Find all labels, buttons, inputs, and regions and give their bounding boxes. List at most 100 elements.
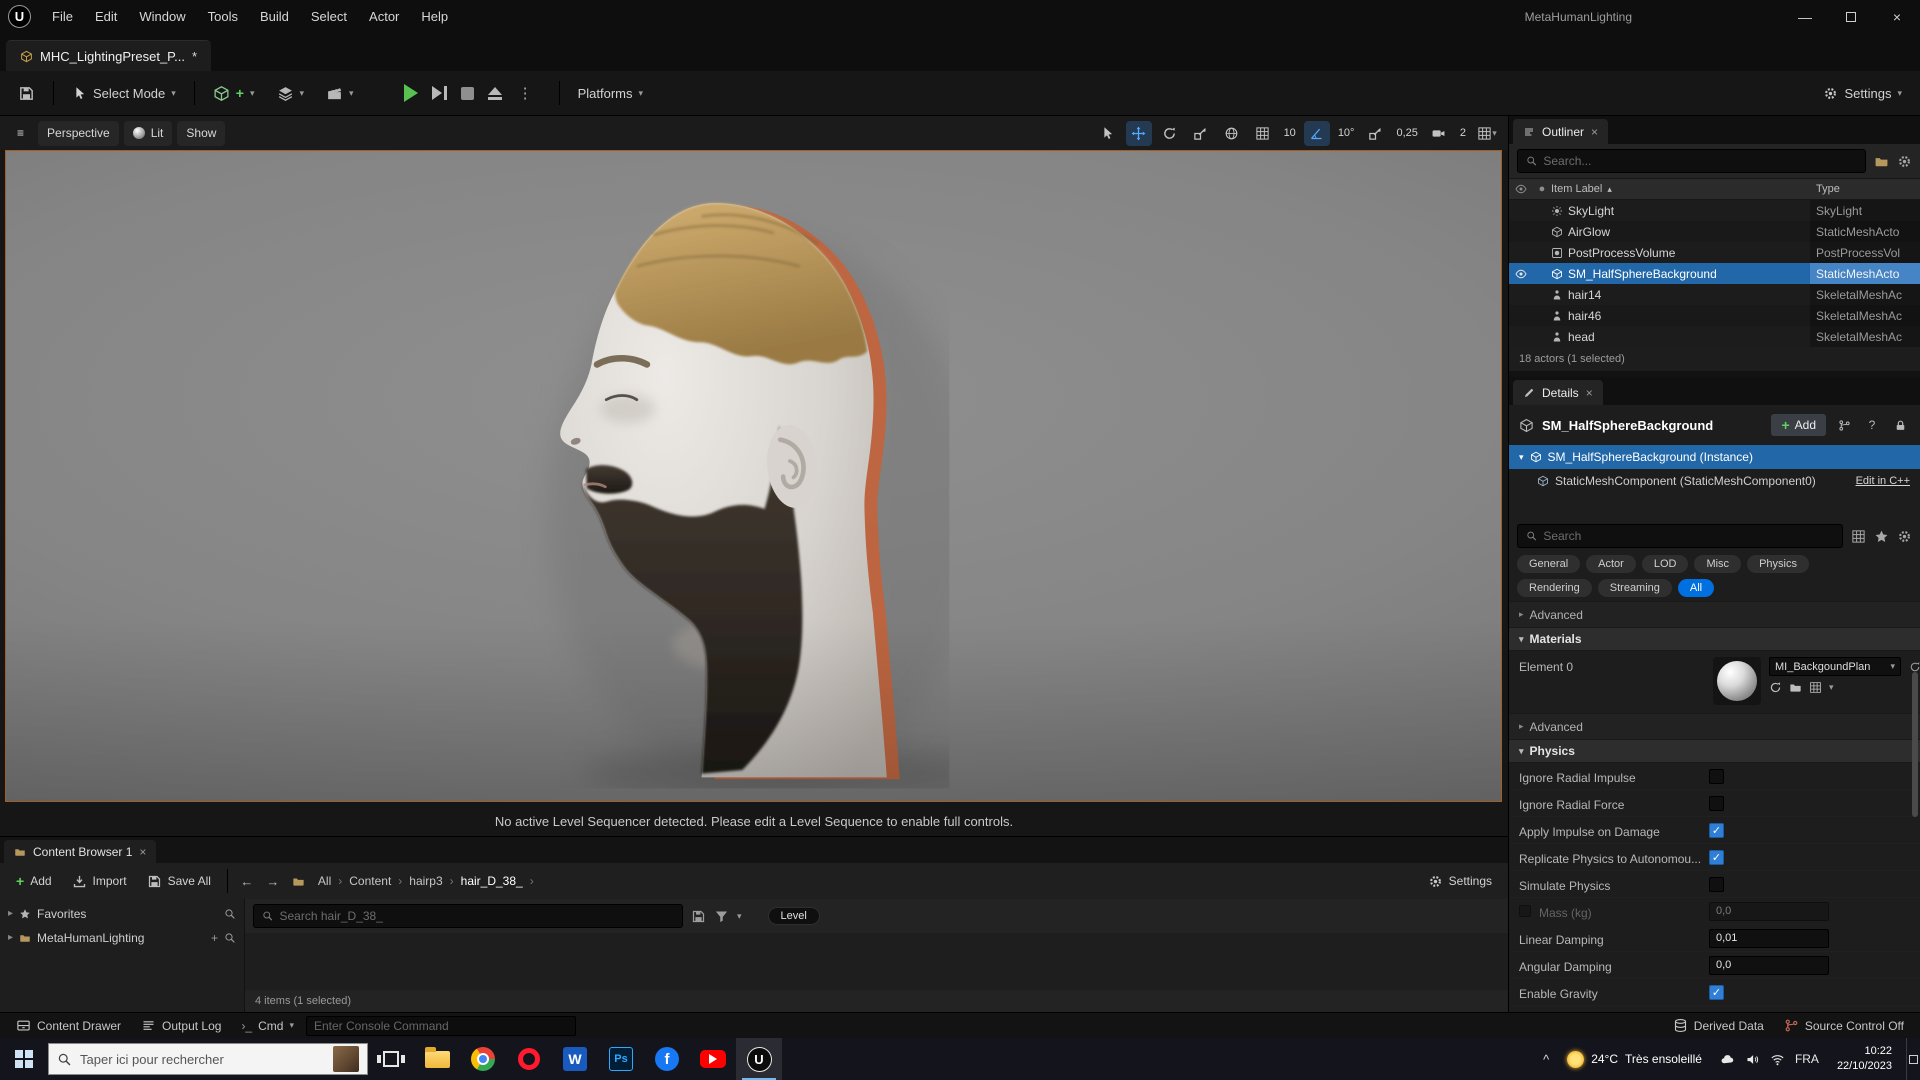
select-tool-button[interactable] — [1095, 121, 1121, 146]
menu-item-actor[interactable]: Actor — [358, 0, 410, 33]
checkbox[interactable] — [1709, 849, 1724, 865]
viewport-show-dropdown[interactable]: Show — [177, 120, 226, 146]
onedrive-cloud-icon[interactable] — [1720, 1052, 1735, 1067]
minimize-button[interactable]: — — [1782, 0, 1828, 33]
tab-asset[interactable]: MHC_LightingPreset_P... * — [6, 40, 212, 71]
quick-add-dropdown[interactable]: + ▾ — [205, 78, 263, 108]
play-button[interactable] — [403, 84, 418, 102]
content-drawer-button[interactable]: Content Drawer — [8, 1015, 129, 1037]
path-picker-button[interactable] — [288, 870, 310, 892]
filter-icon[interactable] — [714, 909, 729, 924]
output-log-button[interactable]: Output Log — [133, 1015, 229, 1037]
blueprints-dropdown[interactable]: ▾ — [269, 78, 313, 108]
rotate-tool-button[interactable] — [1157, 121, 1183, 146]
outliner-search-input[interactable] — [1543, 154, 1857, 168]
weather-widget[interactable]: 24°C Très ensoleillé — [1559, 1050, 1710, 1068]
edit-in-cpp-link[interactable]: Edit in C++ — [1856, 475, 1910, 487]
close-icon[interactable]: × — [139, 846, 146, 858]
unreal-logo[interactable]: U — [8, 5, 31, 28]
taskbar-clock[interactable]: 10:22 22/10/2023 — [1829, 1044, 1900, 1074]
move-tool-button[interactable] — [1125, 120, 1152, 146]
material-use-selected-icon[interactable] — [1769, 681, 1782, 694]
breadcrumb-all[interactable]: All — [318, 874, 331, 888]
sidebar-item-favorites[interactable]: ▸ Favorites — [0, 902, 244, 926]
tray-expand-icon[interactable]: ^ — [1543, 1053, 1549, 1066]
facebook-button[interactable]: f — [644, 1038, 690, 1080]
details-settings-gear-icon[interactable] — [1897, 529, 1912, 544]
frame-skip-button[interactable] — [431, 86, 447, 100]
close-button[interactable]: × — [1874, 0, 1920, 33]
breadcrumb-current[interactable]: hair_D_38_ — [461, 874, 523, 888]
filter-misc[interactable]: Misc — [1694, 555, 1742, 573]
rotation-snap-value[interactable]: 10° — [1335, 127, 1358, 139]
save-all-button[interactable]: Save All — [139, 868, 219, 894]
filter-general[interactable]: General — [1517, 555, 1581, 573]
save-search-icon[interactable] — [691, 909, 706, 924]
task-view-button[interactable] — [368, 1038, 414, 1080]
material-select-dropdown[interactable]: MI_BackgoundPlan ▾ — [1769, 657, 1901, 676]
camera-speed-button[interactable] — [1426, 121, 1452, 146]
menu-item-build[interactable]: Build — [249, 0, 300, 33]
menu-item-file[interactable]: File — [41, 0, 84, 33]
outliner-row[interactable]: PostProcessVolume PostProcessVol — [1509, 242, 1920, 263]
material-browse-icon[interactable] — [1789, 681, 1802, 694]
outliner-row[interactable]: hair46 SkeletalMeshAc — [1509, 305, 1920, 326]
filter-streaming[interactable]: Streaming — [1597, 579, 1672, 597]
display-options-icon[interactable] — [1851, 529, 1866, 544]
outliner-row[interactable]: AirGlow StaticMeshActo — [1509, 221, 1920, 242]
grid-snap-toggle[interactable] — [1250, 121, 1276, 146]
level-filter-badge[interactable]: Level — [767, 907, 820, 925]
photoshop-button[interactable]: Ps — [598, 1038, 644, 1080]
physics-section-header[interactable]: ▾ Physics — [1509, 739, 1920, 763]
unreal-engine-button[interactable]: U — [736, 1038, 782, 1080]
menu-item-edit[interactable]: Edit — [84, 0, 128, 33]
outliner-row[interactable]: hair14 SkeletalMeshAc — [1509, 284, 1920, 305]
viewport-options-menu[interactable]: ≡ — [8, 121, 33, 146]
console-command-input[interactable] — [313, 1018, 568, 1033]
add-component-button[interactable]: + Add — [1771, 414, 1826, 436]
checkbox[interactable] — [1709, 768, 1724, 784]
checkbox[interactable] — [1709, 795, 1724, 811]
search-highlight-image[interactable] — [333, 1046, 359, 1072]
forward-button[interactable]: → — [262, 870, 284, 892]
new-folder-icon[interactable] — [1874, 154, 1889, 169]
help-icon[interactable]: ? — [1862, 415, 1882, 435]
checkbox[interactable] — [1709, 984, 1724, 1000]
outliner-row[interactable]: SkyLight SkyLight — [1509, 200, 1920, 221]
favorites-star-icon[interactable] — [1874, 529, 1889, 544]
opera-button[interactable] — [506, 1038, 552, 1080]
materials-section-header[interactable]: ▾ Materials — [1509, 627, 1920, 651]
eject-button[interactable] — [487, 86, 502, 100]
breadcrumb-content[interactable]: Content — [349, 874, 391, 888]
tab-outliner[interactable]: Outliner × — [1513, 119, 1609, 144]
save-button[interactable] — [10, 78, 43, 108]
play-options-kebab-icon[interactable]: ⋮ — [516, 86, 535, 101]
menu-item-tools[interactable]: Tools — [197, 0, 249, 33]
tab-details[interactable]: Details × — [1513, 380, 1603, 405]
filter-all[interactable]: All — [1677, 579, 1715, 597]
content-browser-settings[interactable]: Settings — [1420, 868, 1500, 894]
chevron-down-icon[interactable]: ▾ — [1829, 683, 1834, 692]
viewport-3d-canvas[interactable] — [5, 150, 1502, 802]
breadcrumb-hairp3[interactable]: hairp3 — [409, 874, 442, 888]
cmd-dropdown[interactable]: ›_ Cmd ▾ — [233, 1015, 302, 1037]
menu-item-select[interactable]: Select — [300, 0, 358, 33]
filter-actor[interactable]: Actor — [1586, 555, 1636, 573]
material-picker-icon[interactable] — [1809, 681, 1822, 694]
world-local-toggle[interactable] — [1219, 121, 1245, 146]
viewport-perspective-dropdown[interactable]: Perspective — [38, 120, 119, 146]
scale-tool-button[interactable] — [1188, 121, 1214, 146]
close-icon[interactable]: × — [1586, 387, 1593, 399]
keyboard-language[interactable]: FRA — [1795, 1052, 1819, 1066]
filter-physics[interactable]: Physics — [1747, 555, 1809, 573]
eye-icon[interactable] — [1515, 268, 1527, 280]
outliner-row[interactable]: SM_HalfSphereBackground StaticMeshActo — [1509, 263, 1920, 284]
advanced-collapsed-section[interactable]: ▸ Advanced — [1509, 601, 1920, 627]
search-icon[interactable] — [224, 932, 236, 944]
checkbox[interactable] — [1709, 822, 1724, 838]
chrome-button[interactable] — [460, 1038, 506, 1080]
mass-value-field[interactable]: 0,0 — [1709, 901, 1829, 921]
rotation-snap-toggle[interactable] — [1303, 120, 1330, 146]
checkbox[interactable] — [1709, 876, 1724, 892]
taskbar-search-input[interactable] — [80, 1051, 325, 1067]
